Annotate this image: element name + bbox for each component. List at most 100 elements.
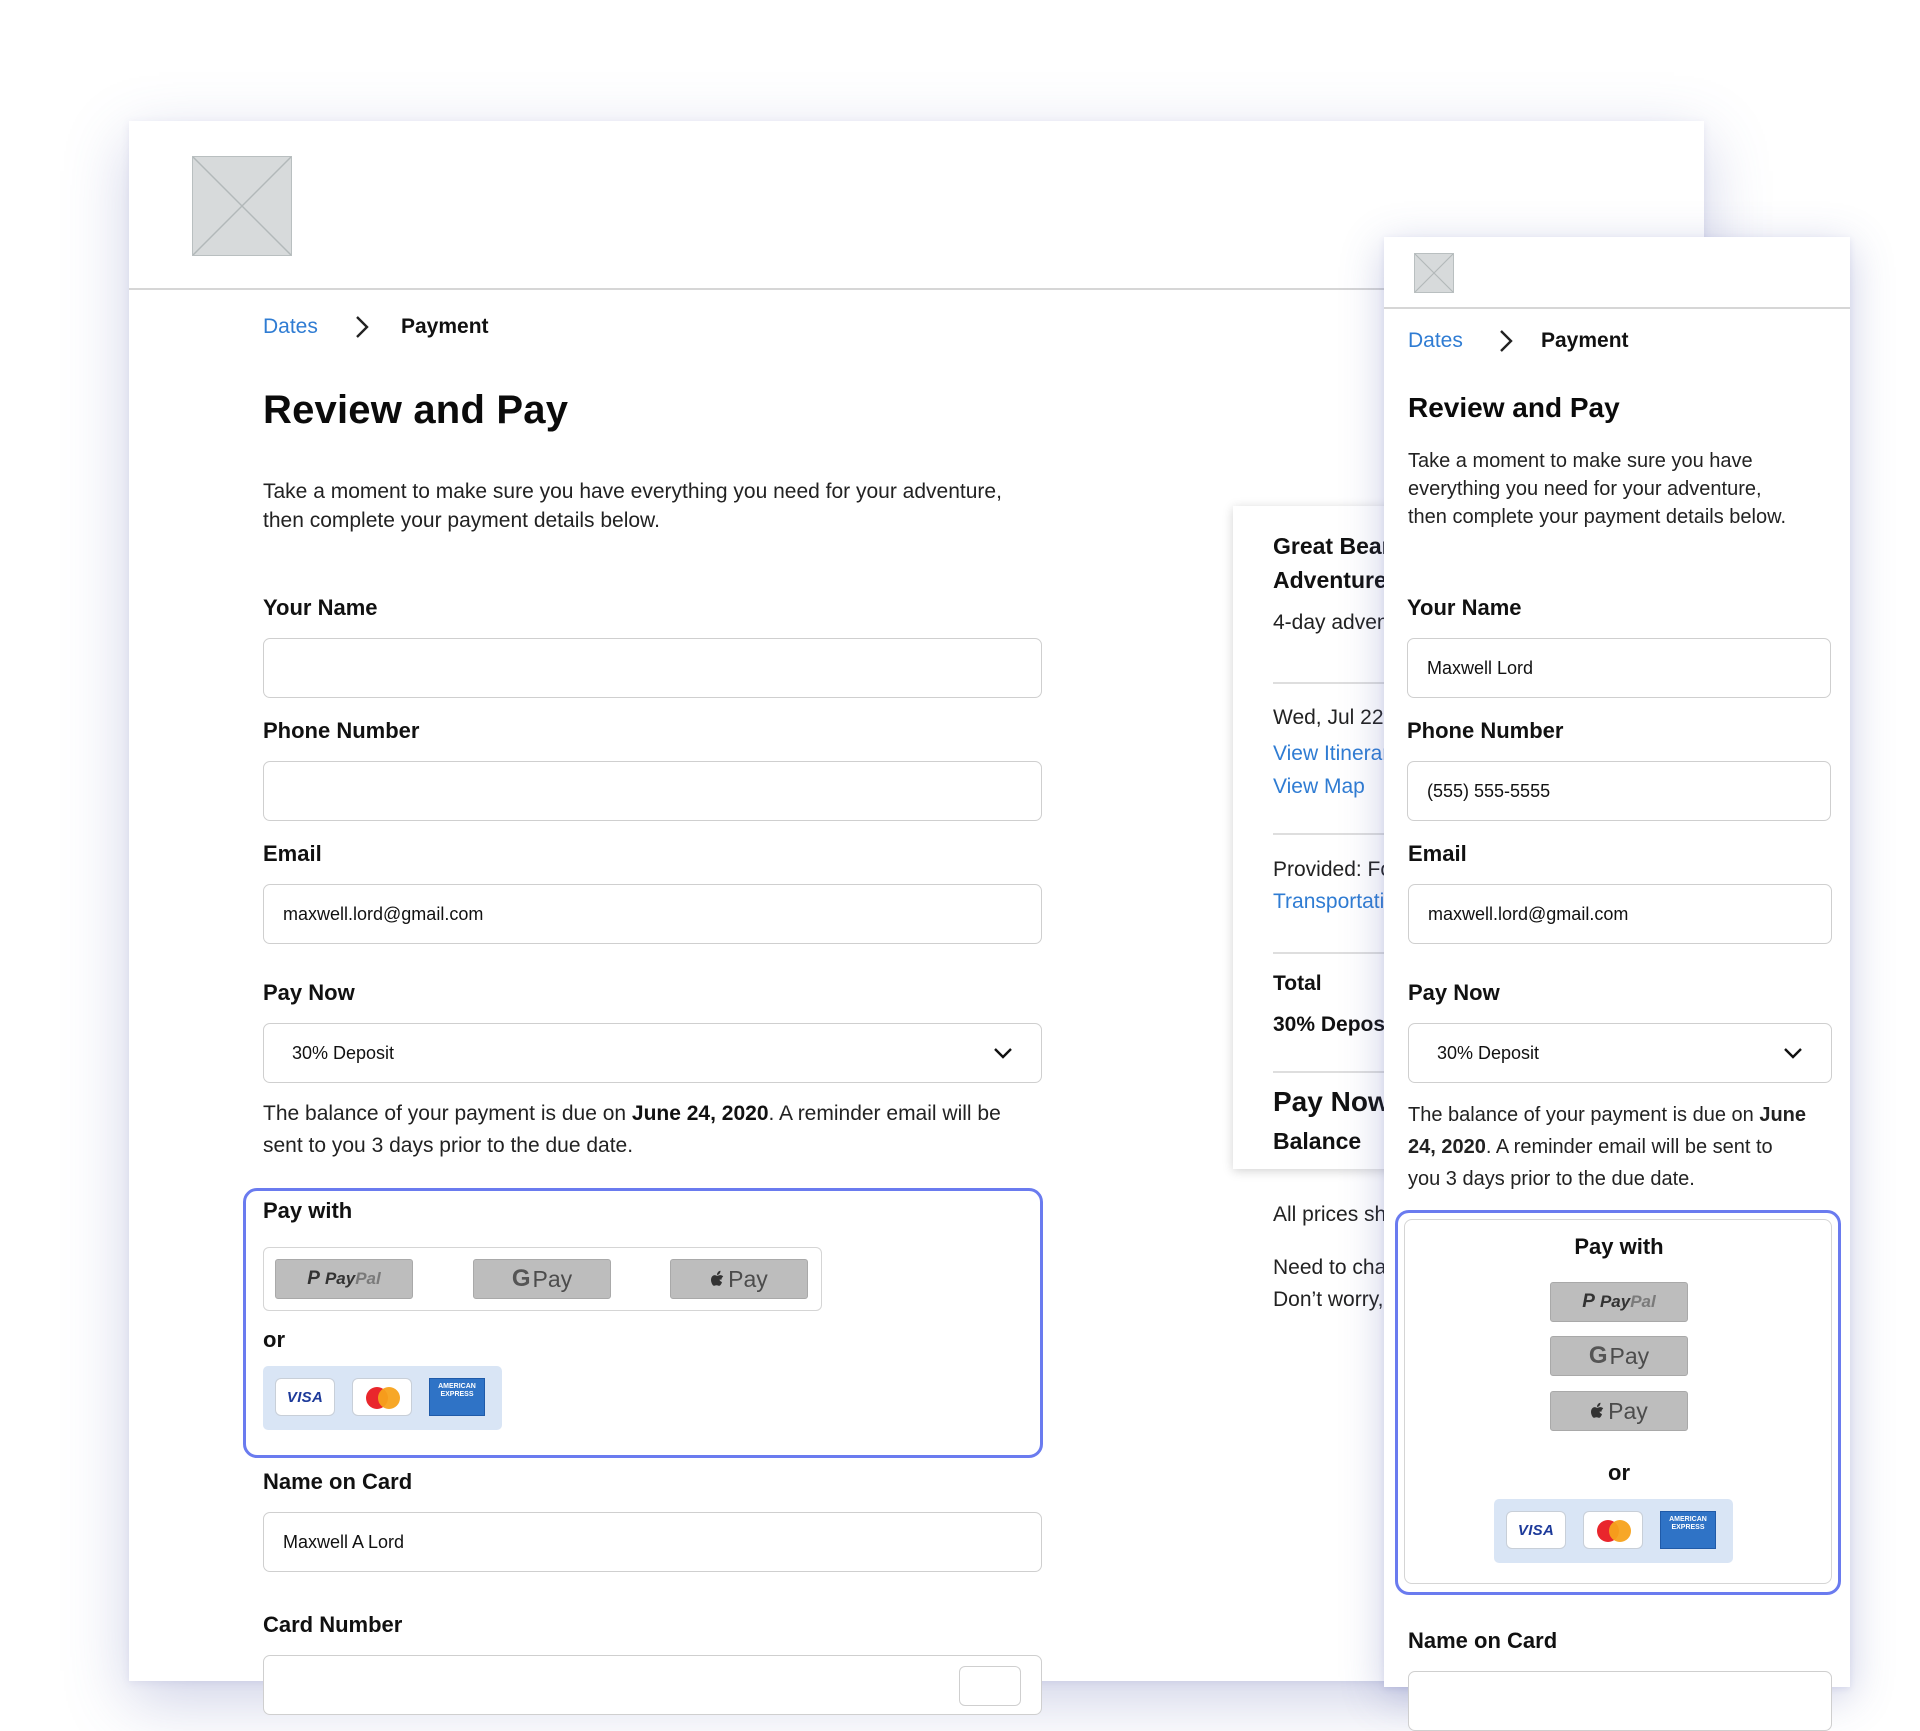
name-on-card-input[interactable] (1408, 1671, 1832, 1731)
intro-line: Take a moment to make sure you have (1408, 450, 1753, 472)
chevron-right-icon (355, 315, 369, 339)
intro-line: everything you need for your adventure, (1408, 478, 1762, 500)
intro-line: then complete your payment details below… (263, 509, 660, 532)
intro-text: Take a moment to make sure you have ever… (263, 477, 1063, 535)
paypal-label: PayPal (1600, 1292, 1656, 1312)
chevron-right-icon (1499, 329, 1513, 353)
deposit-label: 30% Deposit (1273, 1013, 1398, 1036)
page-title: Review and Pay (1408, 392, 1620, 423)
breadcrumb: Dates Payment (263, 313, 563, 343)
mastercard-card-button[interactable] (1583, 1511, 1643, 1549)
email-input[interactable]: maxwell.lord@gmail.com (263, 884, 1042, 944)
google-g-icon: G (1588, 1342, 1608, 1369)
email-label: Email (1408, 841, 1467, 866)
phone-input[interactable] (263, 761, 1042, 821)
intro-line: Take a moment to make sure you have ever… (263, 480, 1002, 503)
mastercard-card-button[interactable] (352, 1378, 412, 1416)
name-on-card-label: Name on Card (1408, 1628, 1558, 1653)
phone-label: Phone Number (1407, 718, 1564, 743)
balance-note-text: The balance of your payment is due on (263, 1102, 632, 1125)
card-number-input[interactable] (263, 1655, 1042, 1715)
breadcrumb-dates-link[interactable]: Dates (1408, 329, 1463, 353)
visa-logo: VISA (1517, 1521, 1555, 1539)
balance-note: The balance of your payment is due on Ju… (263, 1098, 1053, 1162)
pay-with-label: Pay with (1574, 1234, 1664, 1259)
card-brands-strip: VISA AMERICAN EXPRESS (263, 1366, 502, 1430)
pay-with-label: Pay with (263, 1198, 353, 1223)
apple-pay-button[interactable]: Pay (670, 1259, 808, 1299)
amex-logo-line: EXPRESS (440, 1391, 474, 1398)
breadcrumb-dates-link[interactable]: Dates (263, 315, 318, 339)
name-label: Your Name (1407, 595, 1522, 620)
intro-line: then complete your payment details below… (1408, 506, 1786, 528)
paypal-label-pal: Pal (355, 1269, 381, 1288)
paypal-button[interactable]: P PayPal (275, 1259, 413, 1299)
paynow-select-value: 30% Deposit (292, 1042, 395, 1063)
amex-card-button[interactable]: AMERICAN EXPRESS (1660, 1511, 1716, 1549)
google-g-icon: G (511, 1265, 531, 1292)
google-pay-button[interactable]: G Pay (473, 1259, 611, 1299)
pay-with-box: Pay with P PayPal G Pay Pay or VISA AMER… (1404, 1219, 1832, 1584)
balance-note-text: The balance of your payment is due on (1408, 1104, 1760, 1126)
paypal-icon: P (1582, 1291, 1595, 1312)
paynow-label: Pay Now (1408, 980, 1500, 1005)
mastercard-logo-circle (378, 1387, 400, 1409)
balance-note: The balance of your payment is due on Ju… (1408, 1099, 1848, 1195)
mastercard-logo-circle (1609, 1520, 1631, 1542)
paypal-label-pay: Pay (324, 1269, 356, 1288)
breadcrumb: Dates Payment (1408, 327, 1708, 357)
paypal-label-pay: Pay (1599, 1292, 1631, 1311)
paypal-icon: P (307, 1268, 320, 1289)
visa-card-button[interactable]: VISA (275, 1378, 335, 1416)
visa-logo: VISA (286, 1388, 324, 1406)
google-pay-label: Pay (1609, 1342, 1650, 1369)
paypal-label-pal: Pal (1630, 1292, 1656, 1311)
balance-due-date: June 24, 2020 (631, 1102, 769, 1125)
apple-icon (1591, 1402, 1604, 1418)
balance-summary: Balance (1273, 1128, 1362, 1154)
paynow-select[interactable]: 30% Deposit (1408, 1023, 1832, 1083)
paynow-select-value: 30% Deposit (1437, 1042, 1540, 1063)
card-brands-strip: VISA AMERICAN EXPRESS (1494, 1499, 1733, 1563)
view-itinerary-link[interactable]: View Itinerary (1273, 742, 1400, 766)
paypal-label: PayPal (325, 1269, 381, 1289)
name-on-card-label: Name on Card (263, 1469, 413, 1494)
paynow-label: Pay Now (263, 980, 355, 1005)
total-label: Total (1273, 972, 1322, 995)
logo-placeholder-image (192, 156, 292, 256)
visa-card-button[interactable]: VISA (1506, 1511, 1566, 1549)
amex-card-button[interactable]: AMERICAN EXPRESS (429, 1378, 485, 1416)
balance-note-text: . A reminder email will be sent to (1485, 1136, 1773, 1158)
name-input[interactable]: Maxwell Lord (1407, 638, 1831, 698)
google-pay-button[interactable]: G Pay (1550, 1336, 1688, 1376)
paypal-button[interactable]: P PayPal (1550, 1282, 1688, 1322)
google-pay-label: Pay (532, 1265, 573, 1292)
name-input[interactable] (263, 638, 1042, 698)
breadcrumb-current: Payment (1541, 329, 1629, 352)
balance-due-date: June (1759, 1104, 1807, 1126)
apple-pay-label: Pay (728, 1265, 768, 1292)
balance-note-text: you 3 days prior to the due date. (1408, 1168, 1695, 1190)
balance-due-date: 24, 2020 (1408, 1136, 1486, 1158)
phone-input[interactable]: (555) 555-5555 (1407, 761, 1831, 821)
balance-note-text: . A reminder email will be (768, 1102, 1001, 1125)
balance-note-text: sent to you 3 days prior to the due date… (263, 1134, 634, 1157)
or-label: or (263, 1327, 285, 1352)
name-on-card-input[interactable]: Maxwell A Lord (263, 1512, 1042, 1572)
apple-pay-button[interactable]: Pay (1550, 1391, 1688, 1431)
amex-logo-line: AMERICAN (438, 1383, 476, 1390)
logo-placeholder-image (1414, 253, 1454, 293)
apple-pay-label: Pay (1608, 1397, 1648, 1424)
chevron-down-icon (993, 1043, 1013, 1064)
email-input[interactable]: maxwell.lord@gmail.com (1408, 884, 1832, 944)
card-number-label: Card Number (263, 1612, 403, 1637)
amex-logo-line: EXPRESS (1671, 1524, 1705, 1531)
pay-now-summary: Pay Now (1273, 1086, 1390, 1117)
chevron-down-icon (1783, 1043, 1803, 1064)
view-map-link[interactable]: View Map (1273, 775, 1365, 799)
intro-text: Take a moment to make sure you have ever… (1408, 447, 1838, 531)
email-label: Email (263, 841, 322, 866)
paynow-select[interactable]: 30% Deposit (263, 1023, 1042, 1083)
amex-logo-line: AMERICAN (1669, 1516, 1707, 1523)
name-label: Your Name (263, 595, 378, 620)
